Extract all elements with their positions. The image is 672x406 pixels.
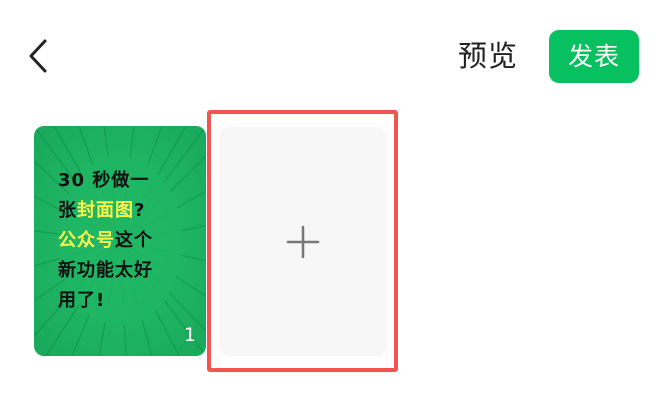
back-button[interactable] bbox=[18, 34, 58, 78]
cover-highlight-text: 封面图 bbox=[77, 200, 134, 221]
cover-text-span: 张 bbox=[58, 200, 77, 221]
cover-headline: 30 秒做一 张封面图? 公众号这个 新功能太好 用了! bbox=[58, 166, 198, 316]
cover-editor-page: 预览 发表 30 秒做一 张封面图? 公众号这个 新功能太好 用了! 1 bbox=[0, 0, 672, 406]
publish-button[interactable]: 发表 bbox=[549, 30, 639, 83]
chevron-left-icon bbox=[29, 39, 47, 73]
cover-line: 30 秒做一 bbox=[58, 170, 150, 191]
plus-icon bbox=[286, 225, 319, 258]
add-cover-slot-highlight[interactable] bbox=[207, 110, 398, 372]
cover-highlight-text: 公众号 bbox=[58, 230, 115, 251]
add-cover-button[interactable] bbox=[219, 127, 386, 356]
cover-thumbnail[interactable]: 30 秒做一 张封面图? 公众号这个 新功能太好 用了! 1 bbox=[34, 126, 206, 356]
cover-text-span: ? bbox=[134, 200, 146, 221]
cover-line: 用了! bbox=[58, 290, 106, 311]
cover-line: 新功能太好 bbox=[58, 260, 153, 281]
cover-text-span: 这个 bbox=[115, 230, 153, 251]
preview-button[interactable]: 预览 bbox=[458, 36, 518, 76]
cover-line: 张封面图? bbox=[58, 196, 198, 226]
cover-index-number: 1 bbox=[183, 324, 196, 346]
cover-line: 公众号这个 bbox=[58, 226, 198, 256]
